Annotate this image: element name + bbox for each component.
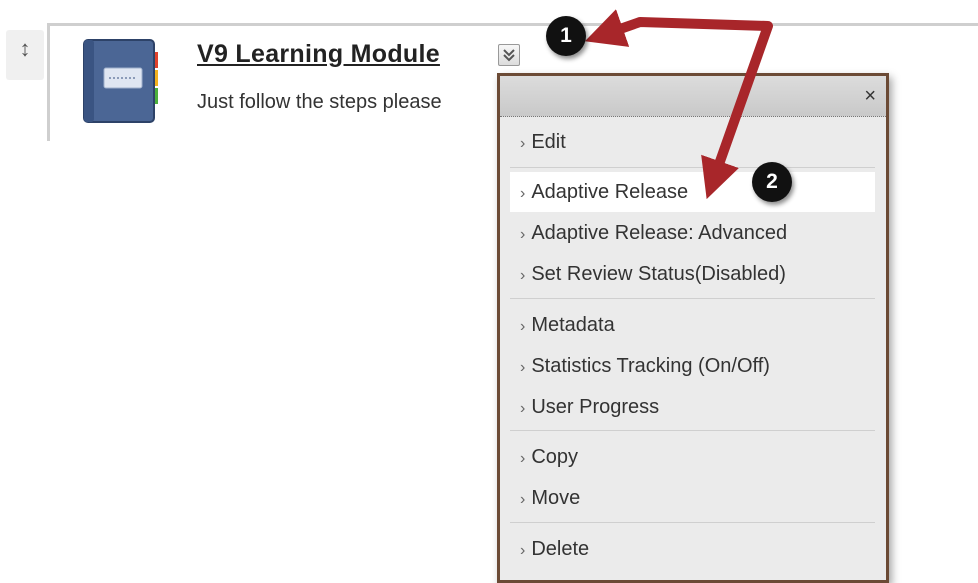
- menu-item-adaptive-release[interactable]: › Adaptive Release: [510, 172, 875, 212]
- close-icon[interactable]: ×: [864, 84, 876, 108]
- menu-item-label: Edit: [531, 131, 566, 153]
- context-menu: × › Edit › Adaptive Release › Adaptive Rele…: [497, 73, 889, 583]
- reorder-arrows-icon: ↕: [19, 36, 31, 61]
- chevron-right-icon: ›: [520, 359, 526, 376]
- menu-item-label: Set Review Status(Disabled): [531, 263, 786, 285]
- menu-item-label: Move: [531, 487, 581, 509]
- chevron-right-icon: ›: [520, 226, 526, 243]
- item-title-link[interactable]: V9 Learning Module: [197, 40, 440, 69]
- chevron-right-icon: ›: [520, 318, 526, 335]
- menu-item-label: Copy: [531, 446, 579, 468]
- menu-separator: [510, 430, 875, 431]
- chevron-right-icon: ›: [520, 491, 526, 508]
- chevron-right-icon: ›: [520, 267, 526, 284]
- learning-module-icon: [83, 39, 158, 123]
- menu-item-adaptive-release-advanced[interactable]: › Adaptive Release: Advanced: [510, 213, 875, 253]
- menu-item-label: Adaptive Release: [531, 181, 689, 203]
- menu-separator: [510, 298, 875, 299]
- menu-item-set-review-status[interactable]: › Set Review Status(Disabled): [510, 254, 875, 294]
- menu-item-label: Statistics Tracking (On/Off): [531, 355, 770, 377]
- context-menu-header: ×: [500, 76, 886, 117]
- options-menu-button[interactable]: [498, 44, 520, 66]
- menu-item-label: Adaptive Release: Advanced: [531, 222, 788, 244]
- menu-item-label: User Progress: [531, 396, 660, 418]
- chevron-right-icon: ›: [520, 400, 526, 417]
- chevron-right-icon: ›: [520, 135, 526, 152]
- chevron-right-icon: ›: [520, 185, 526, 202]
- menu-item-label: Metadata: [531, 314, 615, 336]
- content-item-border-left: [47, 23, 50, 141]
- step-callout-2: 2: [752, 162, 792, 202]
- menu-item-user-progress[interactable]: › User Progress: [510, 387, 875, 427]
- double-chevron-down-icon: [503, 49, 515, 62]
- menu-item-statistics-tracking[interactable]: › Statistics Tracking (On/Off): [510, 346, 875, 386]
- menu-item-delete[interactable]: › Delete: [510, 529, 875, 569]
- item-description: Just follow the steps please: [197, 91, 442, 113]
- menu-separator: [510, 167, 875, 168]
- menu-item-label: Delete: [531, 538, 590, 560]
- drag-handle[interactable]: ↕: [6, 30, 44, 80]
- chevron-right-icon: ›: [520, 542, 526, 559]
- menu-separator: [510, 522, 875, 523]
- step-callout-1: 1: [546, 16, 586, 56]
- menu-item-move[interactable]: › Move: [510, 478, 875, 518]
- chevron-right-icon: ›: [520, 450, 526, 467]
- menu-item-copy[interactable]: › Copy: [510, 437, 875, 477]
- menu-item-metadata[interactable]: › Metadata: [510, 305, 875, 345]
- menu-item-edit[interactable]: › Edit: [510, 122, 875, 162]
- content-item-border-top: [47, 23, 978, 26]
